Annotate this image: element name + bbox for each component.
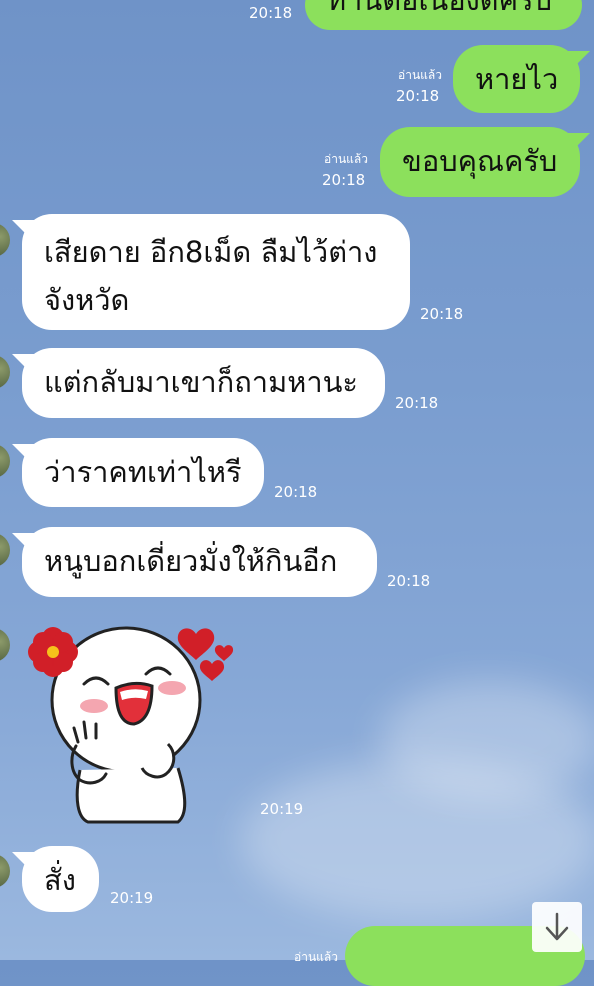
arrow-down-icon	[545, 912, 569, 941]
message-time: 20:18	[420, 305, 464, 323]
avatar[interactable]	[0, 444, 10, 478]
avatar[interactable]	[0, 533, 10, 567]
read-receipt: อ่านแล้ว	[324, 152, 368, 166]
message-time: 20:18	[396, 87, 440, 105]
message-text: แต่กลับมาเขาก็ถามหานะ	[44, 365, 359, 399]
incoming-message[interactable]: แต่กลับมาเขาก็ถามหานะ	[22, 348, 385, 418]
message-text: ทานต่อเนื่องดีครับ	[327, 0, 553, 17]
avatar[interactable]	[0, 355, 10, 389]
message-time: 20:18	[387, 572, 431, 590]
avatar[interactable]	[0, 628, 10, 662]
message-time: 20:18	[249, 4, 293, 22]
chat-area[interactable]: ทานต่อเนื่องดีครับ 20:18 อ่านแล้ว 20:18 …	[0, 0, 594, 986]
cheerful-girl-sticker[interactable]	[18, 614, 248, 826]
message-text-line: จังหวัด	[44, 283, 130, 317]
message-time: 20:19	[260, 800, 304, 818]
read-receipt: อ่านแล้ว	[294, 950, 338, 964]
outgoing-message[interactable]: หายไว	[453, 45, 580, 113]
outgoing-message[interactable]: ทานต่อเนื่องดีครับ	[305, 0, 582, 30]
avatar[interactable]	[0, 223, 10, 257]
message-text: ว่าราคทเท่าไหรี	[44, 455, 242, 489]
message-text: สั่ง	[44, 863, 76, 897]
avatar[interactable]	[0, 854, 10, 888]
message-time: 20:18	[274, 483, 318, 501]
scroll-to-bottom-button[interactable]	[532, 902, 582, 952]
incoming-message[interactable]: หนูบอกเดี่ยวมั่งให้กินอีก	[22, 527, 377, 597]
read-receipt: อ่านแล้ว	[398, 68, 442, 82]
incoming-message[interactable]: เสียดาย อีก8เม็ด ลืมไว้ต่าง จังหวัด	[22, 214, 410, 330]
message-time: 20:18	[322, 171, 366, 189]
message-time: 20:19	[110, 889, 154, 907]
incoming-message[interactable]: สั่ง	[22, 846, 99, 912]
incoming-message[interactable]: ว่าราคทเท่าไหรี	[22, 438, 264, 507]
message-text: ขอบคุณครับ	[402, 144, 558, 178]
message-time: 20:18	[395, 394, 439, 412]
message-text: หายไว	[475, 62, 559, 96]
message-text-line: เสียดาย อีก8เม็ด ลืมไว้ต่าง	[44, 235, 378, 269]
outgoing-message[interactable]: ขอบคุณครับ	[380, 127, 580, 197]
message-text: หนูบอกเดี่ยวมั่งให้กินอีก	[44, 544, 338, 578]
